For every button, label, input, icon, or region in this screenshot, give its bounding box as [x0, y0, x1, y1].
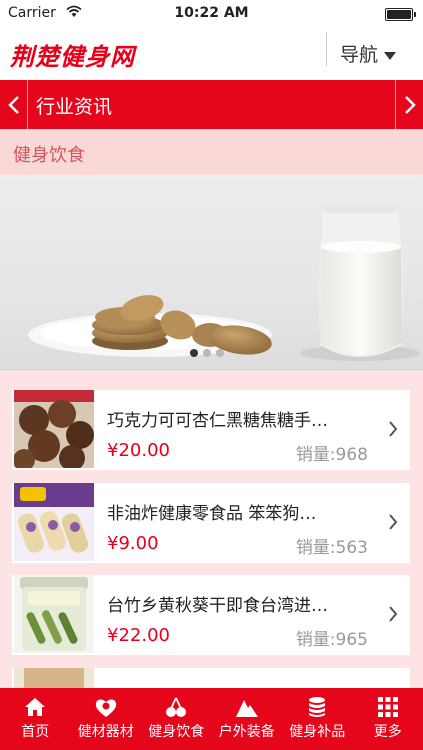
product-name: 非油炸健康零食品 笨笨狗… [107, 504, 317, 524]
tab-label: 首页 [21, 724, 50, 740]
next-category-button[interactable] [395, 80, 423, 129]
product-name: 台竹乡黄秋葵干即食台湾进… [107, 596, 328, 616]
category-title: 行业资讯 [36, 96, 113, 118]
prev-category-button[interactable] [0, 80, 28, 129]
nav-menu-label: 导航 [340, 44, 379, 66]
clock: 10:22 AM [174, 5, 249, 21]
product-name: 巧克力可可杏仁黑糖焦糖手… [107, 411, 328, 431]
product-item[interactable]: 非油炸健康零食品 笨笨狗… ¥9.00 销量:563 [12, 483, 410, 563]
product-price: ¥9.00 [107, 533, 159, 554]
snack-thumbnail [14, 668, 94, 688]
product-item[interactable]: 巧克力可可杏仁黑糖焦糖手… ¥20.00 销量:968 [12, 390, 410, 470]
nav-menu-button[interactable]: 导航 [340, 40, 397, 67]
chevron-right-icon [389, 514, 398, 530]
tab-label: 户外装备 [218, 724, 275, 740]
product-sales: 销量:563 [295, 538, 368, 558]
bottom-tab-bar: 首页 健材器材 健身饮食 户外装备 健身补品 更多 [0, 688, 423, 750]
chevron-left-icon [7, 95, 19, 114]
okra-jar-thumbnail [14, 575, 94, 653]
banner-carousel[interactable] [0, 175, 423, 371]
home-icon [25, 698, 46, 716]
chevron-right-icon [389, 421, 398, 437]
site-logo[interactable]: 荆楚健身网 [10, 37, 135, 72]
caret-down-icon [384, 51, 397, 60]
milk-and-cookies-photo [28, 205, 420, 361]
database-stack-icon [309, 697, 326, 717]
carousel-dot[interactable] [203, 349, 211, 357]
chevron-right-icon [404, 95, 416, 114]
tab-supplements[interactable]: 健身补品 [282, 688, 353, 750]
cherries-icon [166, 697, 187, 717]
carousel-dot[interactable] [190, 349, 198, 357]
product-list: 巧克力可可杏仁黑糖焦糖手… ¥20.00 销量:968 非油炸健康零食品 笨笨狗… [0, 372, 423, 688]
product-item[interactable]: 台竹乡黄秋葵干即食台湾进… ¥22.00 销量:965 [12, 575, 410, 655]
section-header: 健身饮食 [0, 129, 423, 175]
chocolate-cookies-thumbnail [14, 390, 94, 468]
grid-icon [377, 697, 398, 717]
tab-label: 健身饮食 [148, 724, 205, 740]
section-title: 健身饮食 [13, 145, 85, 166]
app-header: 荆楚健身网 导航 [0, 28, 423, 80]
status-bar: Carrier 10:22 AM [0, 0, 423, 28]
tab-equipment[interactable]: 健材器材 [71, 688, 142, 750]
product-price: ¥22.00 [107, 625, 170, 646]
product-sales: 销量:965 [295, 630, 368, 650]
tab-label: 健材器材 [77, 724, 134, 740]
product-item[interactable] [12, 668, 410, 688]
product-sales: 销量:968 [295, 445, 368, 465]
snack-rolls-thumbnail [14, 483, 94, 561]
tab-outdoor[interactable]: 户外装备 [212, 688, 283, 750]
tab-more[interactable]: 更多 [353, 688, 423, 750]
carousel-dots[interactable] [190, 349, 224, 357]
tab-home[interactable]: 首页 [0, 688, 71, 750]
product-price: ¥20.00 [107, 440, 170, 461]
category-bar: 行业资讯 [0, 80, 423, 129]
carousel-dot[interactable] [216, 349, 224, 357]
mountain-icon [235, 700, 258, 717]
chevron-right-icon [389, 606, 398, 622]
battery-icon [385, 8, 416, 21]
heart-badge-icon [95, 699, 116, 717]
tab-label: 健身补品 [289, 724, 346, 740]
header-divider [326, 32, 327, 66]
tab-label: 更多 [373, 724, 402, 740]
tab-diet[interactable]: 健身饮食 [141, 688, 212, 750]
